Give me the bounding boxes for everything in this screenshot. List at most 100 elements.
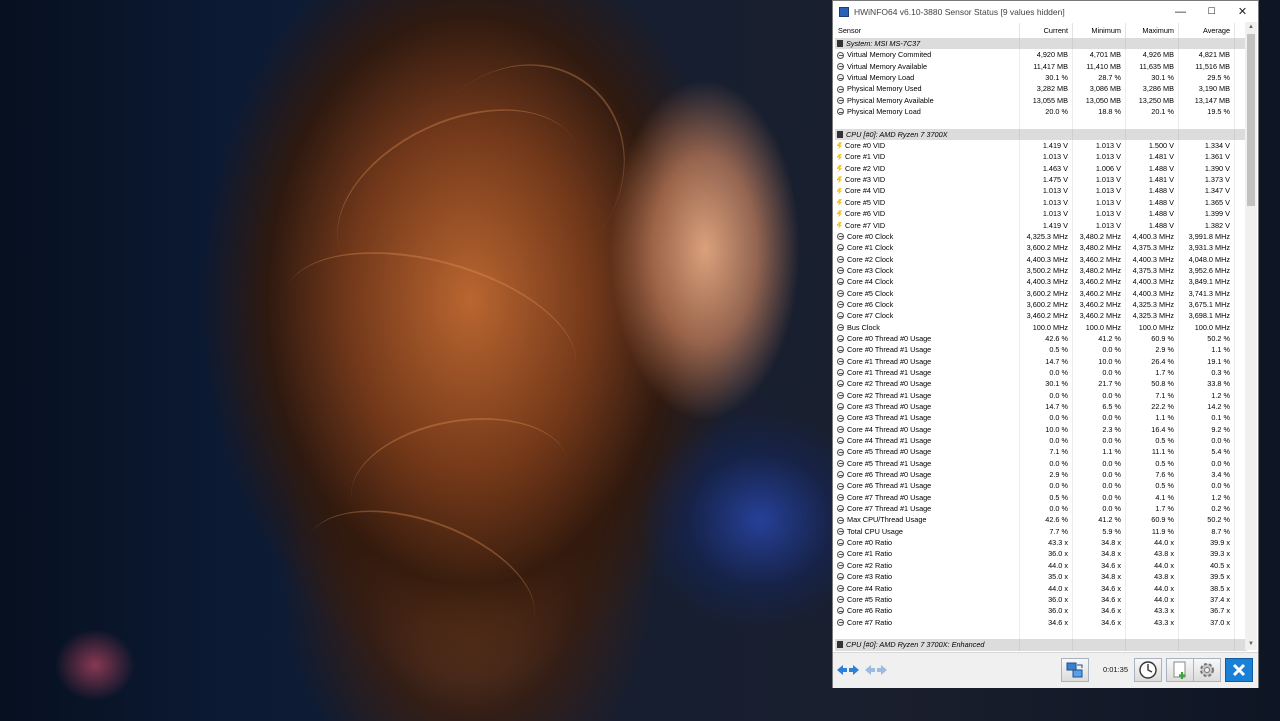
sensor-row[interactable]: Core #1 Thread #0 Usage 14.7 % 10.0 % 26.4 … bbox=[835, 355, 1247, 367]
sensor-config-icon[interactable] bbox=[1061, 658, 1089, 682]
value-maximum: 26.4 % bbox=[1126, 355, 1179, 367]
sensor-row[interactable]: Total CPU Usage 7.7 % 5.9 % 11.9 % 8.7 % bbox=[835, 525, 1247, 538]
value-maximum bbox=[1126, 627, 1179, 640]
scroll-down-icon[interactable]: ▼ bbox=[1245, 639, 1257, 650]
column-header-minimum[interactable]: Minimum bbox=[1073, 23, 1126, 38]
column-header-average[interactable]: Average bbox=[1179, 23, 1235, 38]
sensor-row[interactable]: Core #3 VID 1.475 V 1.013 V 1.481 V 1.373 V bbox=[835, 174, 1247, 186]
sensor-row[interactable]: Core #1 VID 1.013 V 1.013 V 1.481 V 1.361 V bbox=[835, 151, 1247, 163]
sensor-row[interactable]: Core #5 Thread #0 Usage 7.1 % 1.1 % 11.1 % 5… bbox=[835, 446, 1247, 458]
sensor-list[interactable]: System: MSI MS-7C37 Virtual Memory Commit… bbox=[835, 38, 1247, 651]
sensor-row[interactable]: Virtual Memory Load 30.1 % 28.7 % 30.1 % 29.… bbox=[835, 72, 1247, 84]
clock-icon[interactable] bbox=[1134, 658, 1162, 682]
value-current: 100.0 MHz bbox=[1020, 321, 1073, 333]
value-maximum: 1.7 % bbox=[1126, 503, 1179, 515]
value-minimum: 0.0 % bbox=[1073, 344, 1126, 356]
sensor-row[interactable]: Core #4 Ratio 44.0 x 34.6 x 44.0 x 38.5 x bbox=[835, 582, 1247, 594]
column-header-current[interactable]: Current bbox=[1020, 23, 1073, 38]
maximize-button[interactable]: ☐ bbox=[1196, 1, 1227, 22]
sensor-clock-icon bbox=[837, 335, 844, 343]
value-maximum: 4,375.3 MHz bbox=[1126, 264, 1179, 277]
sensor-clock-icon bbox=[837, 550, 844, 558]
nav-arrows-icon[interactable] bbox=[835, 658, 861, 682]
sensor-row[interactable]: Core #5 Ratio 36.0 x 34.6 x 44.0 x 37.4 x bbox=[835, 593, 1247, 606]
sensor-row[interactable]: Physical Memory Load 20.0 % 18.8 % 20.1 % 19… bbox=[835, 106, 1247, 118]
sensor-row[interactable]: Core #0 VID 1.419 V 1.013 V 1.500 V 1.334 V bbox=[835, 140, 1247, 152]
sensor-row[interactable]: Bus Clock 100.0 MHz 100.0 MHz 100.0 MHz 100.… bbox=[835, 321, 1247, 333]
sensor-row[interactable]: Core #0 Thread #1 Usage 0.5 % 0.0 % 2.9 % 1.… bbox=[835, 344, 1247, 356]
nav-arrows-disabled-icon[interactable] bbox=[863, 658, 889, 682]
sensor-row[interactable]: Core #7 VID 1.419 V 1.013 V 1.488 V 1.382 V bbox=[835, 219, 1247, 231]
sensor-row[interactable]: Core #2 Ratio 44.0 x 34.6 x 44.0 x 40.5 x bbox=[835, 559, 1247, 572]
sensor-row[interactable]: Core #4 Clock 4,400.3 MHz 3,460.2 MHz 4,400… bbox=[835, 276, 1247, 288]
sensor-name-cell: CPU [#0]: AMD Ryzen 7 3700X: Enhanced bbox=[835, 639, 1020, 651]
sensor-row[interactable]: Core #5 Thread #1 Usage 0.0 % 0.0 % 0.5 % 0.… bbox=[835, 457, 1247, 470]
sensor-row[interactable]: Core #3 Ratio 35.0 x 34.8 x 43.8 x 39.5 x bbox=[835, 571, 1247, 583]
vertical-scrollbar[interactable]: ▲ ▼ bbox=[1245, 22, 1257, 650]
sensor-name-cell bbox=[835, 117, 1020, 129]
hwinfo-sensor-window: HWiNFO64 v6.10-3880 Sensor Status [9 val… bbox=[832, 0, 1259, 688]
close-window-button[interactable]: ✕ bbox=[1227, 1, 1258, 22]
sensor-row[interactable]: Core #0 Clock 4,325.3 MHz 3,480.2 MHz 4,400… bbox=[835, 230, 1247, 243]
sensor-row[interactable]: Virtual Memory Commited 4,920 MB 4,701 MB 4… bbox=[835, 49, 1247, 61]
add-report-icon[interactable] bbox=[1166, 658, 1194, 682]
sensor-name-cell: Core #4 Thread #0 Usage bbox=[835, 423, 1020, 436]
value-minimum: 1.013 V bbox=[1073, 196, 1126, 209]
sensor-row[interactable]: Core #4 VID 1.013 V 1.013 V 1.488 V 1.347 V bbox=[835, 185, 1247, 197]
title-bar[interactable]: HWiNFO64 v6.10-3880 Sensor Status [9 val… bbox=[833, 1, 1258, 22]
value-minimum: 5.9 % bbox=[1073, 525, 1126, 538]
sensor-clock-icon bbox=[837, 96, 844, 104]
sensor-row[interactable]: Core #6 Thread #0 Usage 2.9 % 0.0 % 7.6 % 3.… bbox=[835, 469, 1247, 481]
sensor-row[interactable]: Max CPU/Thread Usage 42.6 % 41.2 % 60.9 % 50… bbox=[835, 514, 1247, 526]
sensor-row[interactable]: Core #3 Thread #0 Usage 14.7 % 6.5 % 22.2 %… bbox=[835, 401, 1247, 413]
column-header-maximum[interactable]: Maximum bbox=[1126, 23, 1179, 38]
value-average: 3,849.1 MHz bbox=[1179, 276, 1235, 288]
sensor-name-cell: Core #2 Thread #1 Usage bbox=[835, 389, 1020, 401]
sensor-row[interactable]: Core #3 Thread #1 Usage 0.0 % 0.0 % 1.1 % 0.… bbox=[835, 412, 1247, 424]
sensor-row[interactable]: Core #6 Ratio 36.0 x 34.6 x 43.3 x 36.7 x bbox=[835, 605, 1247, 617]
sensor-row[interactable]: Core #1 Clock 3,600.2 MHz 3,480.2 MHz 4,375… bbox=[835, 242, 1247, 254]
sensor-row[interactable]: Core #1 Thread #1 Usage 0.0 % 0.0 % 1.7 % 0.… bbox=[835, 366, 1247, 379]
value-average: 3,698.1 MHz bbox=[1179, 310, 1235, 322]
sensor-row[interactable]: Core #3 Clock 3,500.2 MHz 3,480.2 MHz 4,375… bbox=[835, 264, 1247, 277]
sensor-label: Core #2 Clock bbox=[847, 254, 894, 264]
sensor-row[interactable]: Virtual Memory Available 11,417 MB 11,410 … bbox=[835, 60, 1247, 73]
minimize-button[interactable]: — bbox=[1165, 1, 1196, 22]
column-header-sensor[interactable]: Sensor bbox=[835, 23, 1020, 38]
sensor-row[interactable]: Core #6 Clock 3,600.2 MHz 3,460.2 MHz 4,325… bbox=[835, 298, 1247, 311]
sensor-row[interactable]: Core #1 Ratio 36.0 x 34.8 x 43.8 x 39.3 x bbox=[835, 548, 1247, 560]
sensor-row[interactable]: Core #2 VID 1.463 V 1.006 V 1.488 V 1.390 V bbox=[835, 162, 1247, 175]
close-icon[interactable] bbox=[1225, 658, 1253, 682]
sensor-row[interactable]: Core #7 Thread #1 Usage 0.0 % 0.0 % 1.7 % 0.… bbox=[835, 503, 1247, 515]
sensor-row[interactable]: Core #4 Thread #0 Usage 10.0 % 2.3 % 16.4 %… bbox=[835, 423, 1247, 436]
scrollbar-thumb[interactable] bbox=[1247, 34, 1255, 206]
sensor-group-row[interactable]: CPU [#0]: AMD Ryzen 7 3700X bbox=[835, 128, 1247, 141]
sensor-row[interactable]: Core #7 Thread #0 Usage 0.5 % 0.0 % 4.1 % 1.… bbox=[835, 491, 1247, 504]
sensor-row[interactable]: Core #0 Thread #0 Usage 42.6 % 41.2 % 60.9 … bbox=[835, 332, 1247, 345]
sensor-label: Core #0 VID bbox=[845, 141, 886, 151]
sensor-row[interactable]: Core #4 Thread #1 Usage 0.0 % 0.0 % 0.5 % 0.… bbox=[835, 435, 1247, 447]
sensor-row[interactable]: Physical Memory Available 13,055 MB 13,050… bbox=[835, 94, 1247, 107]
sensor-row[interactable]: Core #5 Clock 3,600.2 MHz 3,460.2 MHz 4,400… bbox=[835, 287, 1247, 299]
sensor-row[interactable]: Core #2 Thread #0 Usage 30.1 % 21.7 % 50.8 … bbox=[835, 378, 1247, 390]
value-minimum: 1.013 V bbox=[1073, 219, 1126, 231]
elapsed-timer: 0:01:35 bbox=[1103, 665, 1129, 674]
sensor-group-row[interactable]: System: MSI MS-7C37 bbox=[835, 38, 1247, 50]
voltage-icon bbox=[837, 142, 842, 150]
sensor-row[interactable]: Core #7 Clock 3,460.2 MHz 3,460.2 MHz 4,325… bbox=[835, 310, 1247, 322]
sensor-row[interactable]: Core #6 VID 1.013 V 1.013 V 1.488 V 1.399 V bbox=[835, 208, 1247, 220]
sensor-row[interactable]: Core #6 Thread #1 Usage 0.0 % 0.0 % 0.5 % 0.… bbox=[835, 480, 1247, 492]
sensor-row[interactable]: Physical Memory Used 3,282 MB 3,086 MB 3,28… bbox=[835, 83, 1247, 95]
sensor-name-cell: Core #3 Thread #0 Usage bbox=[835, 401, 1020, 413]
sensor-row[interactable]: Core #2 Thread #1 Usage 0.0 % 0.0 % 7.1 % 1.… bbox=[835, 389, 1247, 401]
sensor-row[interactable]: Core #0 Ratio 43.3 x 34.8 x 44.0 x 39.9 x bbox=[835, 537, 1247, 549]
sensor-label: Core #6 Thread #0 Usage bbox=[847, 470, 932, 480]
sensor-row[interactable]: Core #7 Ratio 34.6 x 34.6 x 43.3 x 37.0 x bbox=[835, 616, 1247, 628]
scroll-up-icon[interactable]: ▲ bbox=[1245, 22, 1257, 33]
sensor-row[interactable]: Core #2 Clock 4,400.3 MHz 3,460.2 MHz 4,400… bbox=[835, 253, 1247, 265]
sensor-group-row[interactable]: CPU [#0]: AMD Ryzen 7 3700X: Enhanced bbox=[835, 639, 1247, 651]
sensor-label: Core #3 Thread #0 Usage bbox=[847, 402, 932, 411]
settings-icon[interactable] bbox=[1193, 658, 1221, 682]
sensor-row[interactable]: Core #5 VID 1.013 V 1.013 V 1.488 V 1.365 V bbox=[835, 196, 1247, 209]
sensor-label: Core #5 Ratio bbox=[847, 594, 893, 604]
